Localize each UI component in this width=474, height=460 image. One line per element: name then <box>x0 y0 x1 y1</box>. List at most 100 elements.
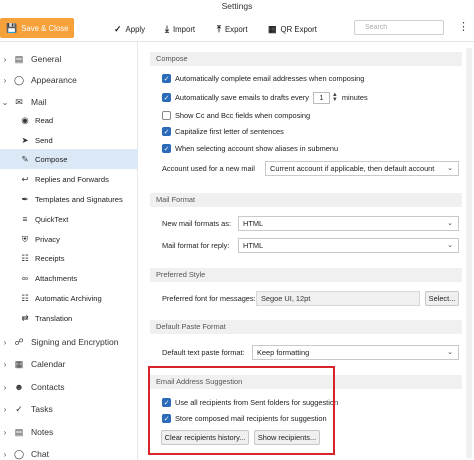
checkbox-checked-icon: ✓ <box>162 74 171 83</box>
sidebar-item-label: Notes <box>31 427 54 437</box>
signature-icon: ✒ <box>21 193 29 204</box>
auto-save-minutes-input[interactable]: 1 <box>312 91 330 104</box>
auto-complete-checkbox[interactable]: ✓ Automatically complete email addresses… <box>162 72 364 85</box>
search-input[interactable]: Search <box>354 20 444 35</box>
chevron-down-icon: ⌄ <box>1 97 9 107</box>
tasks-icon: ✓ <box>15 403 23 414</box>
checkbox-label: Capitalize first letter of sentences <box>175 127 284 136</box>
sidebar-item-mail[interactable]: ⌄ ✉ Mail <box>0 92 138 112</box>
import-label: Import <box>172 24 196 34</box>
sidebar-item-label: Mail <box>31 97 47 107</box>
sidebar-item-tasks[interactable]: › ✓ Tasks <box>0 399 138 419</box>
sidebar-item-label: Send <box>35 135 53 145</box>
sidebar-item-send[interactable]: ➤ Send <box>0 130 138 150</box>
sidebar-item-compose[interactable]: ✎ Compose <box>0 149 138 169</box>
compose-section-header: Compose <box>150 52 462 66</box>
quicktext-icon: ≡ <box>22 214 28 224</box>
sidebar-item-label: Compose <box>35 154 68 164</box>
chevron-down-icon: ⌄ <box>447 220 453 227</box>
qr-export-button[interactable]: ▦ QR Export <box>268 22 317 36</box>
content-scrollbar[interactable] <box>466 48 472 458</box>
sidebar-item-receipts[interactable]: ☷ Receipts <box>0 248 138 268</box>
mail-icon: ✉ <box>15 96 23 107</box>
sidebar-item-chat[interactable]: › ◯ Chat <box>0 444 138 460</box>
checkmark-icon: ✓ <box>114 23 122 34</box>
calendar-icon: ▦ <box>14 358 24 369</box>
chat-icon: ◯ <box>13 448 25 459</box>
pencil-icon: ✎ <box>21 153 29 164</box>
sidebar-item-attachments[interactable]: ∞ Attachments <box>0 268 138 288</box>
sidebar-item-appearance[interactable]: › ◯ Appearance <box>0 70 138 90</box>
sidebar-item-label: General <box>31 54 62 64</box>
checkbox-label: Show Cc and Bcc fields when composing <box>175 111 311 120</box>
import-button[interactable]: ⤓ Import <box>165 22 195 36</box>
window-title: Settings <box>0 0 474 14</box>
new-mail-format-value: HTML <box>243 219 264 228</box>
capitalize-checkbox[interactable]: ✓ Capitalize first letter of sentences <box>162 125 284 138</box>
checkbox-label: Automatically save emails to drafts ever… <box>175 93 309 102</box>
sidebar-item-templates-and-signatures[interactable]: ✒ Templates and Signatures <box>0 189 138 209</box>
highlight-box <box>148 366 335 455</box>
new-mail-format-select[interactable]: HTML ⌄ <box>238 216 459 231</box>
settings-sidebar: › ▤ General › ◯ Appearance ⌄ ✉ Mail ◉ Re… <box>0 42 138 460</box>
checkbox-checked-icon: ✓ <box>162 127 171 136</box>
paste-format-label: Default text paste format: <box>162 348 245 357</box>
sidebar-item-signing-and-encryption[interactable]: › ☍ Signing and Encryption <box>0 332 138 352</box>
reply-format-select[interactable]: HTML ⌄ <box>238 238 459 253</box>
sidebar-item-label: Attachments <box>35 273 78 283</box>
stepper-arrows-icon[interactable]: ▲ ▼ <box>332 92 338 103</box>
sidebar-item-general[interactable]: › ▤ General <box>0 49 138 69</box>
chevron-right-icon: › <box>3 449 7 459</box>
chevron-down-icon: ⌄ <box>447 349 453 356</box>
apply-button[interactable]: ✓ Apply <box>114 22 145 36</box>
show-aliases-checkbox[interactable]: ✓ When selecting account show aliases in… <box>162 142 338 155</box>
select-font-button[interactable]: Select... <box>425 291 459 306</box>
appearance-icon: ◯ <box>13 74 25 85</box>
general-icon: ▤ <box>14 53 24 64</box>
paste-format-select[interactable]: Keep formatting ⌄ <box>252 345 459 360</box>
preferred-font-field: Segoe UI, 12pt <box>256 291 420 306</box>
more-options-icon[interactable]: ⋮ <box>458 20 469 33</box>
sidebar-item-label: Signing and Encryption <box>31 337 119 347</box>
checkbox-checked-icon: ✓ <box>162 93 171 102</box>
archive-icon: ☷ <box>21 292 29 303</box>
chevron-right-icon: › <box>3 54 7 64</box>
eye-icon: ◉ <box>21 114 29 125</box>
sidebar-item-label: Translation <box>35 313 73 323</box>
qr-export-label: QR Export <box>280 24 317 34</box>
export-label: Export <box>224 24 248 34</box>
chevron-down-icon: ⌄ <box>447 242 453 249</box>
export-button[interactable]: ⤒ Export <box>217 22 248 36</box>
sidebar-item-automatic-archiving[interactable]: ☷ Automatic Archiving <box>0 288 138 308</box>
import-icon: ⤓ <box>165 23 169 34</box>
sidebar-item-label: Read <box>35 115 54 125</box>
auto-save-checkbox[interactable]: ✓ Automatically save emails to drafts ev… <box>162 91 368 104</box>
account-label: Account used for a new mail <box>162 164 255 173</box>
sidebar-item-label: Appearance <box>31 75 77 85</box>
account-select[interactable]: Current account if applicable, then defa… <box>265 161 459 176</box>
sidebar-item-read[interactable]: ◉ Read <box>0 110 138 130</box>
sidebar-item-label: Chat <box>31 449 49 459</box>
sidebar-item-privacy[interactable]: ⛨ Privacy <box>0 229 138 249</box>
sidebar-item-label: Tasks <box>31 404 53 414</box>
chevron-right-icon: › <box>3 404 7 414</box>
reply-format-label: Mail format for reply: <box>162 241 230 250</box>
save-and-close-button[interactable]: 💾 Save & Close <box>0 18 74 38</box>
chevron-right-icon: › <box>3 75 7 85</box>
mail-format-section-header: Mail Format <box>150 193 462 207</box>
sidebar-item-contacts[interactable]: › ☻ Contacts <box>0 377 138 397</box>
chevron-right-icon: › <box>3 337 7 347</box>
sidebar-item-notes[interactable]: › ▤ Notes <box>0 422 138 442</box>
sidebar-item-replies-and-forwards[interactable]: ↩ Replies and Forwards <box>0 169 138 189</box>
sidebar-item-calendar[interactable]: › ▦ Calendar <box>0 354 138 374</box>
minutes-label: minutes <box>341 93 368 102</box>
preferred-style-section-header: Preferred Style <box>150 268 462 282</box>
export-icon: ⤒ <box>217 23 221 34</box>
sidebar-item-translation[interactable]: ⇄ Translation <box>0 308 138 328</box>
sidebar-item-quicktext[interactable]: ≡ QuickText <box>0 209 138 229</box>
show-cc-bcc-checkbox[interactable]: Show Cc and Bcc fields when composing <box>162 109 310 122</box>
paste-format-value: Keep formatting <box>257 348 310 357</box>
sidebar-item-label: Templates and Signatures <box>35 194 123 204</box>
send-icon: ➤ <box>21 134 29 145</box>
sidebar-item-label: Calendar <box>31 359 66 369</box>
